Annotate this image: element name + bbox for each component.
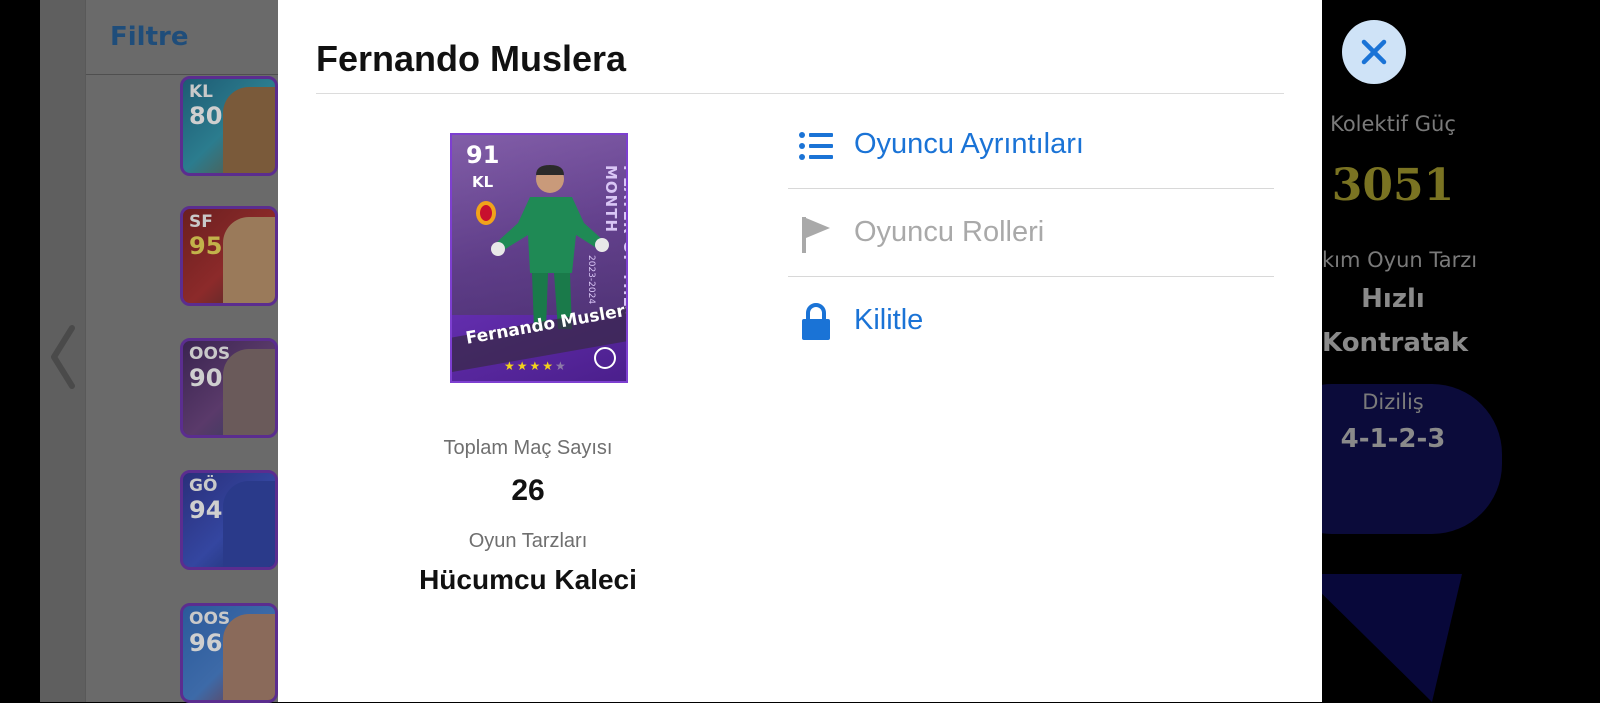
card-position: SF [189,212,213,232]
player-details-label: Oyuncu Ayrıntıları [854,128,1084,160]
card-position: OOS [189,344,231,364]
lock-label: Kilitle [854,304,924,336]
total-matches-label: Toplam Maç Sayısı [443,437,613,459]
chevron-left-icon[interactable] [46,322,80,392]
card-rating: 96 [189,629,223,657]
player-card-thumbnail[interactable]: SF 95 [180,206,278,306]
flag-icon [802,217,830,253]
card-position: KL [189,82,214,102]
formation-label: Diziliş [1362,390,1424,414]
playstyles-label: Oyun Tarzları [468,530,588,552]
star-rating: ★★★★★ [504,359,568,373]
player-photo [223,614,275,700]
title-divider [316,93,1284,94]
card-rating: 94 [189,496,223,524]
playstyles-value: Hücumcu Kaleci [419,564,637,595]
card-season: 2023-2024 [586,255,596,305]
player-roles-label: Oyuncu Rolleri [854,216,1045,248]
card-rating: 91 [466,141,500,169]
team-playstyle-value-2: Kontratak [1322,328,1469,358]
card-position: GÖ [189,476,218,496]
player-card-thumbnail[interactable]: GÖ 94 [180,470,278,570]
team-playstyle-value: Hızlı [1361,284,1425,314]
player-card-thumbnail[interactable]: OOS 90 [180,338,278,438]
card-rating: 95 [189,232,223,260]
card-position: OOS [189,609,231,629]
player-card-thumbnail[interactable]: KL 80 [180,76,278,176]
page-title: Fernando Muslera [316,38,627,79]
close-button[interactable] [1342,20,1406,84]
player-modal: Fernando Muslera 91 KL PLAYER OF THE MON… [278,0,1322,702]
collective-power-value: 3051 [1331,160,1455,211]
player-details-button[interactable]: Oyuncu Ayrıntıları [788,102,1274,188]
collective-power-label: Kolektif Güç [1330,112,1456,136]
decorative-shape [1322,574,1462,702]
player-photo [223,481,275,567]
player-card-thumbnail[interactable]: OOS 96 [180,603,278,703]
formation-value: 4-1-2-3 [1340,424,1446,454]
club-crest-icon [476,201,496,225]
menu-divider [788,188,1274,189]
team-playstyle-label: kım Oyun Tarzı [1322,248,1478,272]
total-matches-value: 26 [511,474,545,507]
player-card[interactable]: 91 KL PLAYER OF THE MONTH 2023-2024 Fern… [450,133,628,383]
menu-divider [788,276,1274,277]
lock-icon [802,303,830,340]
card-position: KL [472,173,494,191]
player-roles-button[interactable]: Oyuncu Rolleri [788,190,1274,276]
filter-divider [86,74,278,75]
card-rating: 90 [189,364,223,392]
close-icon [1361,39,1387,65]
card-rating: 80 [189,102,223,130]
efootball-logo-icon [594,347,616,369]
list-icon [799,132,833,160]
player-photo [223,87,275,173]
filter-button[interactable]: Filtre [110,22,188,52]
player-photo [223,217,275,303]
player-photo [223,349,275,435]
lock-button[interactable]: Kilitle [788,278,1274,364]
